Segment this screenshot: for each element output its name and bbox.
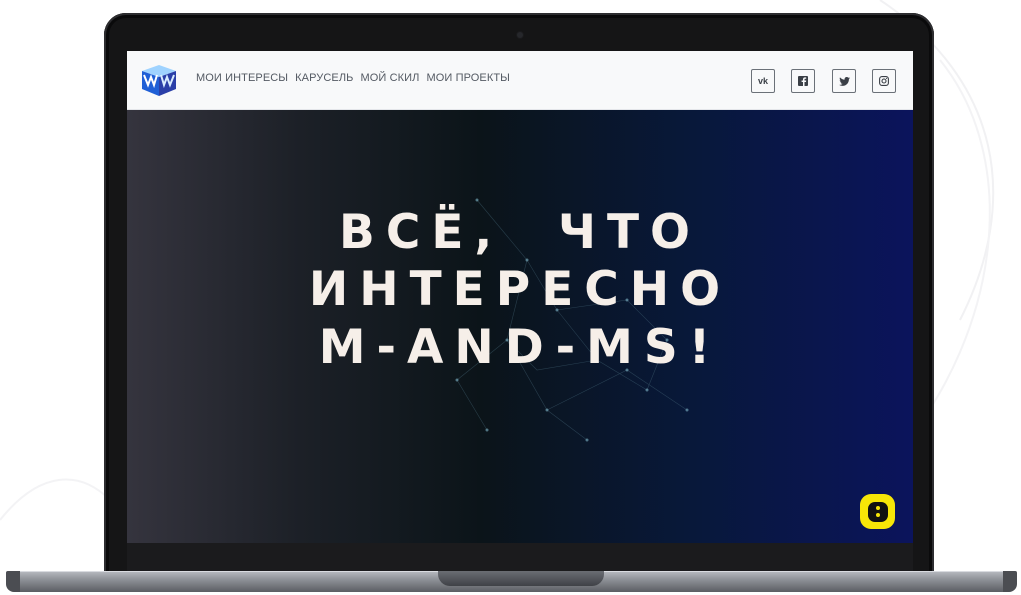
- hero-section: ВСЁ, ЧТО ИНТЕРЕСНО M-AND-MS!: [127, 110, 913, 543]
- nav-link-skills[interactable]: МОЙ СКИЛ: [361, 72, 420, 84]
- hero-headline-line-3: M-AND-MS!: [318, 320, 722, 375]
- laptop-base-edge-left: [6, 571, 20, 592]
- nav-link-projects[interactable]: МОИ ПРОЕКТЫ: [426, 72, 510, 84]
- hero-headline-line-2: ИНТЕРЕСНО: [308, 262, 732, 317]
- twitter-icon[interactable]: [832, 69, 856, 93]
- facebook-icon[interactable]: [791, 69, 815, 93]
- instagram-icon[interactable]: [872, 69, 896, 93]
- camera-icon: [517, 32, 523, 38]
- twitter-glyph: [838, 76, 850, 86]
- laptop-bezel-bottom: [127, 543, 913, 573]
- laptop-screen: МОИ ИНТЕРЕСЫ КАРУСЕЛЬ МОЙ СКИЛ МОИ ПРОЕК…: [127, 51, 913, 543]
- facebook-glyph: [798, 76, 808, 86]
- nav-link-interests[interactable]: МОИ ИНТЕРЕСЫ: [196, 72, 288, 84]
- mms-logo-icon[interactable]: [138, 63, 180, 97]
- hero-headline-line-1: ВСЁ, ЧТО: [339, 205, 701, 260]
- nav-menu: МОИ ИНТЕРЕСЫ КАРУСЕЛЬ МОЙ СКИЛ МОИ ПРОЕК…: [196, 72, 510, 84]
- laptop-opening-notch: [438, 571, 604, 586]
- nav-link-carousel[interactable]: КАРУСЕЛЬ: [295, 72, 353, 84]
- chat-assistant-button[interactable]: [860, 494, 895, 529]
- navbar: МОИ ИНТЕРЕСЫ КАРУСЕЛЬ МОЙ СКИЛ МОИ ПРОЕК…: [127, 51, 913, 110]
- laptop-base-edge-right: [1003, 571, 1017, 592]
- vk-label: vk: [757, 76, 768, 86]
- instagram-glyph: [879, 76, 889, 86]
- chat-assistant-icon: [867, 501, 888, 522]
- vk-icon[interactable]: vk: [751, 69, 775, 93]
